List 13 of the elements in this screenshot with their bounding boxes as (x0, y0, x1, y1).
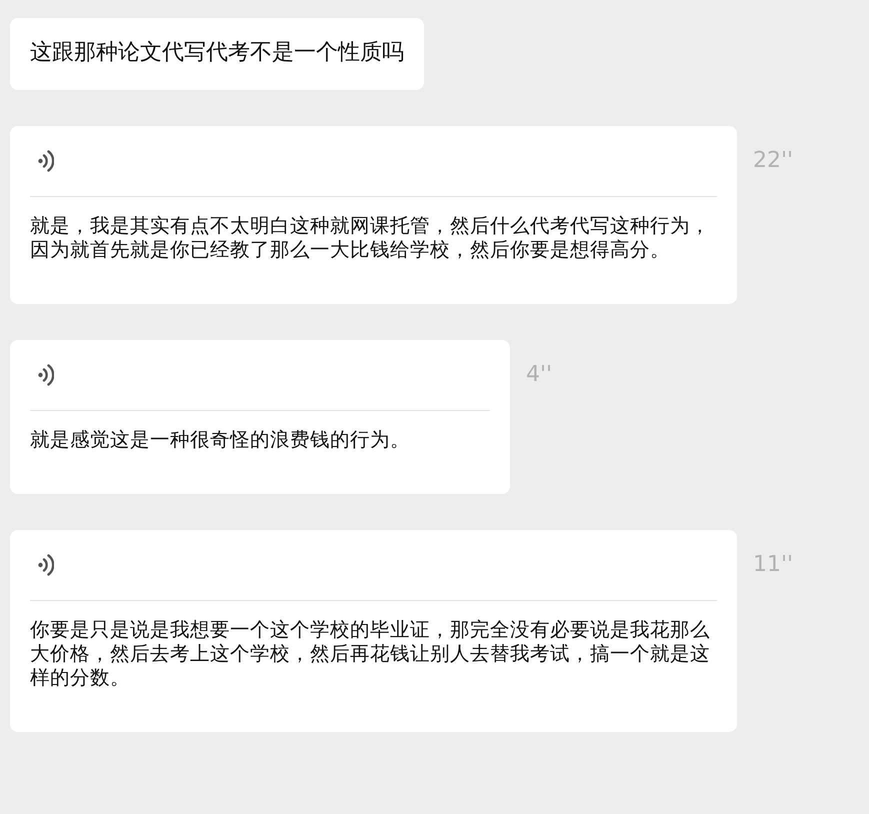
transcript-text: 就是，我是其实有点不太明白这种就网课托管，然后什么代考代写这种行为，因为就首先就是你已经教了那么一大比钱给学校，然后你要是想得高分。 (30, 214, 711, 262)
voice-icon (38, 553, 54, 577)
transcript-text: 你要是只是说是我想要一个这个学校的毕业证，那完全没有必要说是我花那么大价格，然后去考上这个学校，然后再花钱让别人去替我考试，搞一个就是这样的分数。 (30, 618, 711, 690)
message-text: 这跟那种论文代写代考不是一个性质吗 (30, 40, 404, 65)
voice-duration: 11'' (753, 552, 794, 577)
voice-duration: 22'' (753, 148, 794, 173)
voice-message-bubble[interactable]: 你要是只是说是我想要一个这个学校的毕业证，那完全没有必要说是我花那么大价格，然后去考上这个学校，然后再花钱让别人去替我考试，搞一个就是这样的分数。 (10, 530, 737, 732)
transcript-text: 就是感觉这是一种很奇怪的浪费钱的行为。 (30, 428, 411, 452)
voice-duration: 4'' (526, 362, 552, 387)
voice-message-bubble[interactable]: 就是，我是其实有点不太明白这种就网课托管，然后什么代考代写这种行为，因为就首先就是你已经教了那么一大比钱给学校，然后你要是想得高分。 (10, 126, 737, 304)
voice-icon (38, 363, 54, 387)
voice-icon (38, 149, 54, 173)
voice-message-bubble[interactable]: 就是感觉这是一种很奇怪的浪费钱的行为。 (10, 340, 510, 494)
